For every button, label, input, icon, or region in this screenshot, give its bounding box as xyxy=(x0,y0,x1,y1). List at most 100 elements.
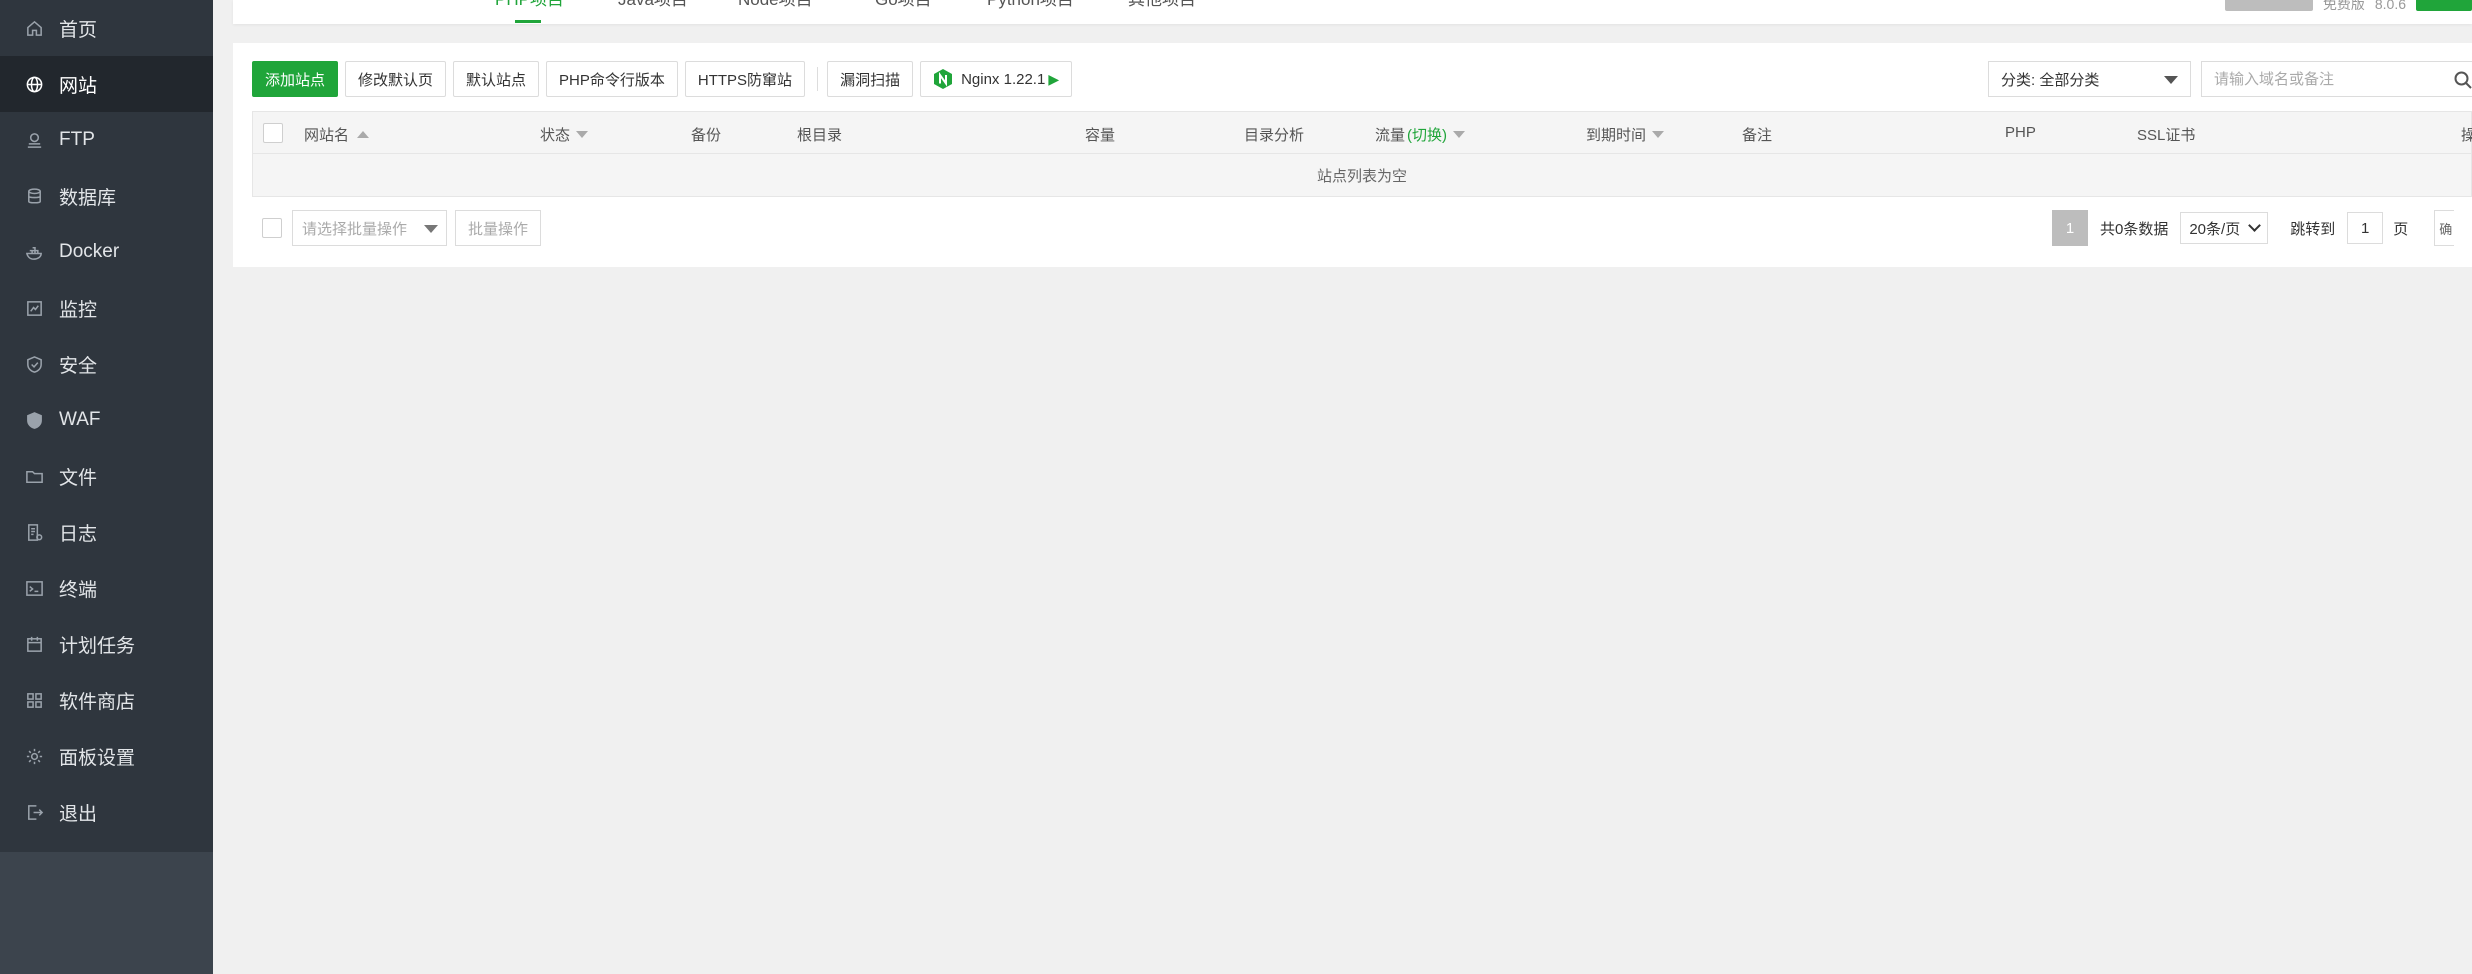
php-cli-version-button[interactable]: PHP命令行版本 xyxy=(546,61,678,97)
upgrade-chip[interactable] xyxy=(2416,0,2472,11)
sidebar-item-label: 终端 xyxy=(59,579,98,601)
col-root-dir: 根目录 xyxy=(797,124,842,145)
jump-to-label: 跳转到 xyxy=(2290,220,2336,238)
jump-page-input[interactable]: 1 xyxy=(2347,212,2384,244)
search-icon[interactable] xyxy=(2453,70,2472,90)
tab-java-project[interactable]: Java项目 xyxy=(618,0,688,14)
tab-node-project[interactable]: Node项目 xyxy=(738,0,813,14)
sidebar-item-label: WAF xyxy=(59,409,101,430)
col-site-name[interactable]: 网站名 xyxy=(304,124,370,145)
sort-desc-icon xyxy=(1453,131,1466,138)
col-dir-analysis-label: 目录分析 xyxy=(1244,127,1305,144)
sort-desc-icon xyxy=(576,131,589,138)
nginx-version-button[interactable]: Nginx 1.22.1 ▶ xyxy=(920,61,1073,97)
select-all-checkbox[interactable] xyxy=(263,123,283,143)
col-site-name-label: 网站名 xyxy=(304,127,350,144)
site-table: 网站名 状态 备份 根目录 容量 目录分析 流量 (切换) 到期时间 备注 PH… xyxy=(252,111,2472,197)
col-expire[interactable]: 到期时间 xyxy=(1586,124,1665,145)
shield-icon xyxy=(24,354,44,374)
sidebar-item-ftp[interactable]: FTP xyxy=(0,112,213,168)
sidebar-item-panel-settings[interactable]: 面板设置 xyxy=(0,728,213,784)
sort-desc-icon xyxy=(1652,131,1665,138)
default-site-button[interactable]: 默认站点 xyxy=(453,61,540,97)
col-root-dir-label: 根目录 xyxy=(797,127,843,144)
page-number-current[interactable]: 1 xyxy=(2052,210,2088,246)
sidebar-item-app-store[interactable]: 软件商店 xyxy=(0,672,213,728)
monitor-icon xyxy=(24,298,44,318)
add-site-button[interactable]: 添加站点 xyxy=(252,61,339,97)
sidebar-item-waf[interactable]: WAF xyxy=(0,392,213,448)
toolbar-divider xyxy=(817,67,819,91)
sidebar-item-label: 首页 xyxy=(59,19,98,41)
sidebar-item-cron[interactable]: 计划任务 xyxy=(0,616,213,672)
database-icon xyxy=(24,186,44,206)
apps-icon xyxy=(24,690,44,710)
docker-icon xyxy=(24,242,44,262)
sidebar-item-label: FTP xyxy=(59,129,95,150)
batch-operation-button[interactable]: 批量操作 xyxy=(455,210,542,246)
active-tab-indicator xyxy=(515,20,541,23)
logout-icon xyxy=(24,802,44,822)
sidebar-item-logout[interactable]: 退出 xyxy=(0,784,213,840)
pagination: 1 共0条数据 20条/页 跳转到 1 页 确 xyxy=(2052,210,2455,246)
sidebar-item-docker[interactable]: Docker xyxy=(0,224,213,280)
col-status[interactable]: 状态 xyxy=(540,124,589,145)
sidebar-item-home[interactable]: 首页 xyxy=(0,0,213,56)
nginx-logo-icon xyxy=(933,68,953,90)
sidebar-item-website[interactable]: 网站 xyxy=(0,56,213,112)
sidebar: 首页 网站 FTP 数据库 Docker 监控 安全 WAF 文件 日志 终端 … xyxy=(0,0,213,974)
page-unit-label: 页 xyxy=(2393,220,2409,238)
sidebar-item-label: 日志 xyxy=(59,523,98,545)
sidebar-item-label: 计划任务 xyxy=(59,635,136,657)
category-select[interactable]: 分类: 全部分类 xyxy=(1988,61,2191,97)
col-php-label: PHP xyxy=(2005,124,2036,141)
table-footer: 请选择批量操作 批量操作 1 共0条数据 20条/页 跳转到 1 页 确 xyxy=(252,210,2472,246)
traffic-switch-link[interactable]: (切换) xyxy=(1407,124,1447,145)
app-root: 首页 网站 FTP 数据库 Docker 监控 安全 WAF 文件 日志 终端 … xyxy=(0,0,2472,974)
sidebar-item-database[interactable]: 数据库 xyxy=(0,168,213,224)
modify-default-page-button[interactable]: 修改默认页 xyxy=(345,61,447,97)
tab-python-project[interactable]: Python项目 xyxy=(987,0,1074,14)
sidebar-item-label: 退出 xyxy=(59,803,98,825)
tab-go-project[interactable]: Go项目 xyxy=(875,0,932,14)
empty-text: 站点列表为空 xyxy=(1316,167,1407,185)
sidebar-item-label: 安全 xyxy=(59,355,98,377)
sidebar-item-monitor[interactable]: 监控 xyxy=(0,280,213,336)
batch-operation-select[interactable]: 请选择批量操作 xyxy=(292,210,447,246)
sidebar-item-label: 面板设置 xyxy=(59,747,136,769)
update-chip[interactable] xyxy=(2224,0,2313,11)
sidebar-item-label: Docker xyxy=(59,241,120,262)
https-anti-block-button[interactable]: HTTPS防窜站 xyxy=(684,61,806,97)
tab-php-project[interactable]: PHP项目 xyxy=(495,0,564,14)
per-page-select[interactable]: 20条/页 xyxy=(2180,212,2269,244)
tab-other-project[interactable]: 其他项目 xyxy=(1128,0,1196,14)
sidebar-item-terminal[interactable]: 终端 xyxy=(0,560,213,616)
search-input[interactable] xyxy=(2202,62,2442,96)
globe-icon xyxy=(24,74,44,94)
col-ops-label: 操 xyxy=(2461,127,2472,144)
vuln-scan-button[interactable]: 漏洞扫描 xyxy=(827,61,914,97)
caret-down-icon xyxy=(2164,76,2178,84)
col-dir-analysis: 目录分析 xyxy=(1244,124,1304,145)
col-traffic[interactable]: 流量 (切换) xyxy=(1375,124,1466,145)
folder-icon xyxy=(24,466,44,486)
sidebar-item-logs[interactable]: 日志 xyxy=(0,504,213,560)
col-capacity: 容量 xyxy=(1085,124,1115,145)
top-right-status: 免费版 8.0.6 xyxy=(2224,0,2472,14)
jump-confirm-button[interactable]: 确 xyxy=(2434,210,2455,246)
footer-select-all-checkbox[interactable] xyxy=(262,218,282,238)
calendar-icon xyxy=(24,634,44,654)
edition-label: 免费版 xyxy=(2322,0,2365,12)
sidebar-item-label: 软件商店 xyxy=(59,691,136,713)
table-empty-row: 站点列表为空 xyxy=(252,154,2472,197)
home-icon xyxy=(24,18,44,38)
col-status-label: 状态 xyxy=(540,127,571,144)
category-select-value: 分类: 全部分类 xyxy=(2001,71,2100,89)
sidebar-item-label: 网站 xyxy=(59,75,98,97)
sidebar-nav: 首页 网站 FTP 数据库 Docker 监控 安全 WAF 文件 日志 终端 … xyxy=(0,0,213,852)
sidebar-item-files[interactable]: 文件 xyxy=(0,448,213,504)
version-label: 8.0.6 xyxy=(2374,0,2406,12)
ftp-icon xyxy=(24,130,44,150)
sidebar-item-security[interactable]: 安全 xyxy=(0,336,213,392)
sidebar-item-label: 文件 xyxy=(59,467,98,489)
